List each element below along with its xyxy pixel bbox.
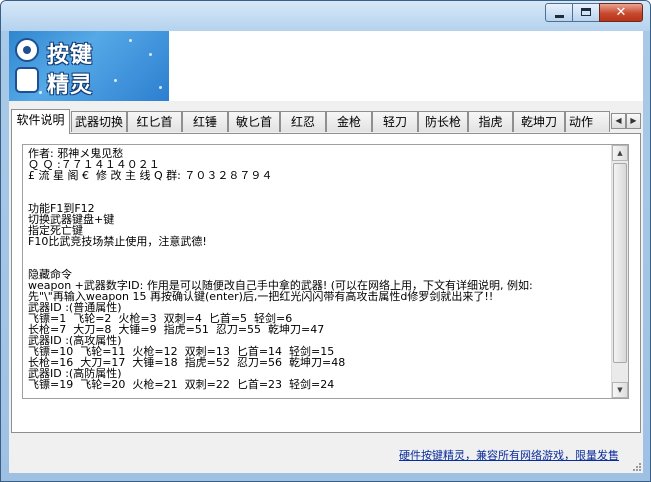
arrow-right-icon: ▶ <box>630 116 637 125</box>
close-icon: ✕ <box>615 5 627 20</box>
arrow-up-icon: ▲ <box>617 149 623 157</box>
minimize-button[interactable] <box>545 3 573 22</box>
client-area: 按键 精灵 软件说明 武器切换 红匕首 红锤 敏匕首 红忍 金枪 轻刀 防长枪 … <box>9 31 643 473</box>
title-bar[interactable]: ✕ <box>1 1 650 31</box>
tab-actions[interactable]: 动作 <box>565 111 610 132</box>
tab-agile-dagger[interactable]: 敏匕首 <box>228 111 280 132</box>
logo-text-line2: 精灵 <box>47 73 94 98</box>
tab-defense-spear[interactable]: 防长枪 <box>418 111 468 132</box>
info-text-line: 切换武器键盘+键 <box>28 213 115 226</box>
tab-knuckles[interactable]: 指虎 <box>468 111 513 132</box>
tab-software-info[interactable]: 软件说明 <box>11 109 70 134</box>
resize-grip-icon[interactable] <box>631 461 641 471</box>
info-text-line: F10比武竞技场禁止使用，注意武德! <box>28 235 207 248</box>
logo-text-line1: 按键 <box>47 43 94 68</box>
banner: 按键 精灵 <box>9 31 643 101</box>
info-text: 作者: 邪神メ鬼见愁 Ｑ Ｑ :７７１４１４０２１ £ 流 星 阁 € 修 改 主 … <box>28 148 608 390</box>
vertical-scrollbar[interactable]: ▲ ▼ <box>611 145 628 398</box>
tab-gold-spear[interactable]: 金枪 <box>326 111 372 132</box>
logo: 按键 精灵 <box>9 31 169 101</box>
info-textbox[interactable]: 作者: 邪神メ鬼见愁 Ｑ Ｑ :７７１４１４０２１ £ 流 星 阁 € 修 改 主 … <box>22 144 629 399</box>
logo-head-icon <box>15 38 39 62</box>
tab-red-ninja[interactable]: 红忍 <box>280 111 326 132</box>
scroll-up-button[interactable]: ▲ <box>612 145 628 161</box>
maximize-icon <box>573 4 599 21</box>
tab-scroll-left-button[interactable]: ◀ <box>611 113 626 129</box>
arrow-down-icon: ▼ <box>617 386 623 394</box>
arrow-left-icon: ◀ <box>615 116 622 125</box>
close-button[interactable]: ✕ <box>599 3 643 22</box>
tab-red-dagger[interactable]: 红匕首 <box>127 111 182 132</box>
tab-scroll-right-button[interactable]: ▶ <box>626 113 641 129</box>
info-text-line <box>28 247 608 258</box>
scroll-down-button[interactable]: ▼ <box>612 382 628 398</box>
tab-red-hammer[interactable]: 红锤 <box>182 111 228 132</box>
maximize-button[interactable] <box>572 3 600 22</box>
minimize-icon <box>546 4 572 21</box>
info-text-line: 功能F1到F12 <box>28 202 95 215</box>
tab-strip: 软件说明 武器切换 红匕首 红锤 敏匕首 红忍 金枪 轻刀 防长枪 指虎 乾坤刀… <box>11 109 643 134</box>
tab-weapon-switch[interactable]: 武器切换 <box>71 111 127 132</box>
scroll-thumb[interactable] <box>613 163 627 363</box>
tab-qiankun-blade[interactable]: 乾坤刀 <box>513 111 565 132</box>
app-window: ✕ 按键 精灵 软件说明 武器切换 红匕首 红锤 敏匕首 红忍 金枪 轻刀 防长… <box>0 0 651 482</box>
info-text-line: £ 流 星 阁 € 修 改 主 线 Q 群: ７０３２８７９４ <box>28 169 273 182</box>
info-text-line: 飞镖=19 飞轮=20 火枪=21 双刺=22 匕首=23 轻剑=24 <box>28 378 335 391</box>
promo-link[interactable]: 硬件按键精灵，兼容所有网络游戏，限量发售 <box>399 447 619 463</box>
info-text-line <box>28 258 608 269</box>
tab-light-blade[interactable]: 轻刀 <box>372 111 418 132</box>
info-text-line <box>28 192 608 203</box>
tab-panel: 作者: 邪神メ鬼见愁 Ｑ Ｑ :７７１４１４０２１ £ 流 星 阁 € 修 改 主 … <box>11 133 641 433</box>
info-text-line <box>28 181 608 192</box>
logo-body-icon <box>15 67 39 93</box>
